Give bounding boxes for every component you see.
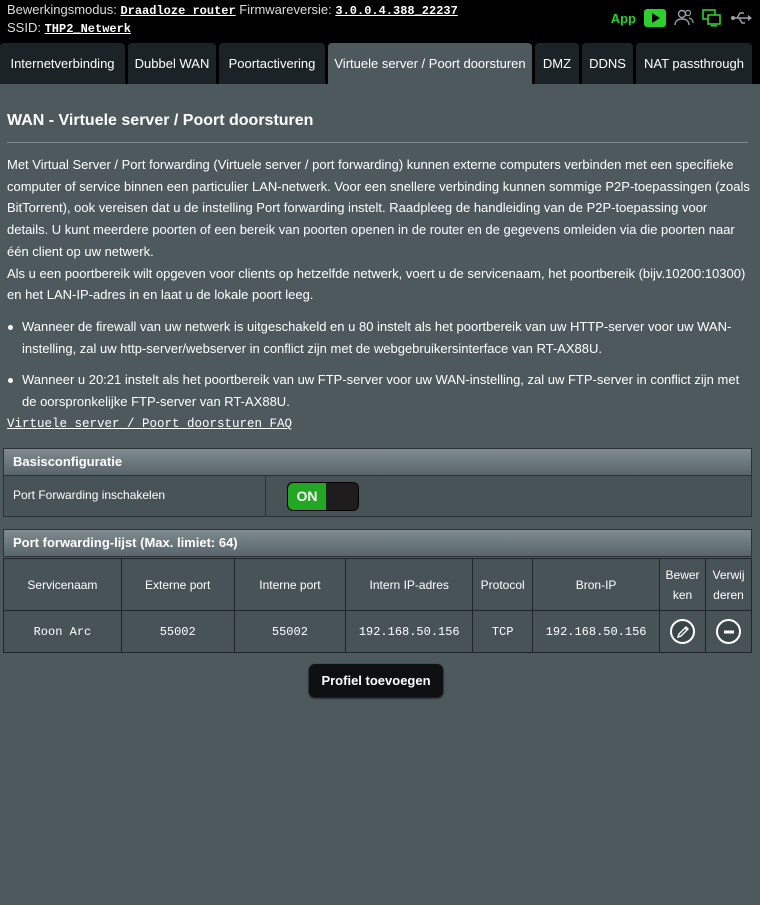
pf-list-table: Servicenaam Externe port Interne port In… xyxy=(3,558,752,653)
cell-external-port: 55002 xyxy=(120,610,235,653)
main-panel: WAN - Virtuele server / Poort doorsturen… xyxy=(0,84,760,905)
pencil-icon xyxy=(676,625,689,638)
page-title: WAN - Virtuele server / Poort doorsturen xyxy=(7,112,314,129)
tab-dubbel-wan[interactable]: Dubbel WAN xyxy=(128,43,216,84)
tab-dmz[interactable]: DMZ xyxy=(535,43,579,84)
table-row: Roon Arc 55002 55002 192.168.50.156 TCP … xyxy=(3,610,752,653)
tab-nat-passthrough[interactable]: NAT passthrough xyxy=(636,43,752,84)
ssid-value-link[interactable]: THP2_Netwerk xyxy=(45,22,131,36)
description: Met Virtual Server / Port forwarding (Vi… xyxy=(7,154,752,306)
mode-label: Bewerkingsmodus: xyxy=(7,2,117,17)
tab-bar: Internetverbinding Dubbel WAN Poortactiv… xyxy=(0,42,760,84)
tab-internetverbinding[interactable]: Internetverbinding xyxy=(0,43,125,84)
col-bron-ip: Bron-IP xyxy=(532,558,661,611)
network-status-icon[interactable] xyxy=(702,9,722,27)
tab-ddns[interactable]: DDNS xyxy=(582,43,633,84)
minus-icon xyxy=(723,630,734,633)
description-paragraph-2: Als u een poortbereik wilt opgeven voor … xyxy=(7,265,746,303)
col-servicenaam: Servicenaam xyxy=(3,558,122,611)
cell-internal-port: 55002 xyxy=(233,610,347,653)
col-bewerken: Bewer ken xyxy=(659,558,707,611)
status-icons: App xyxy=(611,9,752,27)
toggle-knob xyxy=(326,483,358,510)
operation-mode-line: Bewerkingsmodus: Draadloze router Firmwa… xyxy=(7,2,458,18)
tab-poortactivering[interactable]: Poortactivering xyxy=(219,43,325,84)
toggle-on-label: ON xyxy=(288,483,326,510)
cell-service: Roon Arc xyxy=(3,610,122,653)
warning-list: Wanneer de firewall van uw netwerk is ui… xyxy=(7,316,752,423)
cell-edit xyxy=(659,610,707,653)
play-icon[interactable] xyxy=(644,9,666,27)
mode-value-link[interactable]: Draadloze router xyxy=(120,4,235,18)
add-profile-button[interactable]: Profiel toevoegen xyxy=(309,664,443,697)
cell-internal-ip: 192.168.50.156 xyxy=(345,610,474,653)
firmware-label: Firmwareversie: xyxy=(239,2,332,17)
title-divider xyxy=(7,142,748,143)
tab-virtuele-server[interactable]: Virtuele server / Poort doorsturen xyxy=(328,43,532,84)
users-icon[interactable] xyxy=(674,9,694,27)
cell-delete xyxy=(705,610,752,653)
delete-button[interactable] xyxy=(716,619,741,644)
port-forwarding-toggle[interactable]: ON xyxy=(287,482,359,511)
usb-icon[interactable] xyxy=(730,9,752,27)
warning-http: Wanneer de firewall van uw netwerk is ui… xyxy=(7,316,752,359)
col-interne-port: Interne port xyxy=(233,558,347,611)
ssid-line: SSID: THP2_Netwerk xyxy=(7,20,131,36)
cell-source-ip: 192.168.50.156 xyxy=(532,610,661,653)
warning-ftp: Wanneer u 20:21 instelt als het poortber… xyxy=(7,369,752,412)
col-externe-port: Externe port xyxy=(120,558,235,611)
app-link[interactable]: App xyxy=(611,11,636,26)
port-forwarding-enable-label: Port Forwarding inschakelen xyxy=(4,476,266,516)
edit-button[interactable] xyxy=(670,619,696,644)
faq-link[interactable]: Virtuele server / Poort doorsturen FAQ xyxy=(7,417,292,431)
ssid-label: SSID: xyxy=(7,20,41,35)
cell-protocol: TCP xyxy=(472,610,534,653)
table-header-row: Servicenaam Externe port Interne port In… xyxy=(3,558,752,611)
basic-config-header: Basisconfiguratie xyxy=(3,448,752,476)
top-status-bar: Bewerkingsmodus: Draadloze router Firmwa… xyxy=(0,0,760,42)
col-verwijderen: Verwij deren xyxy=(705,558,752,611)
description-paragraph-1: Met Virtual Server / Port forwarding (Vi… xyxy=(7,157,750,259)
pf-list-header: Port forwarding-lijst (Max. limiet: 64) xyxy=(3,529,752,557)
col-intern-ip: Intern IP-adres xyxy=(345,558,474,611)
firmware-value-link[interactable]: 3.0.0.4.388_22237 xyxy=(335,4,457,18)
col-protocol: Protocol xyxy=(472,558,534,611)
port-forwarding-enable-row: Port Forwarding inschakelen ON xyxy=(3,476,752,517)
